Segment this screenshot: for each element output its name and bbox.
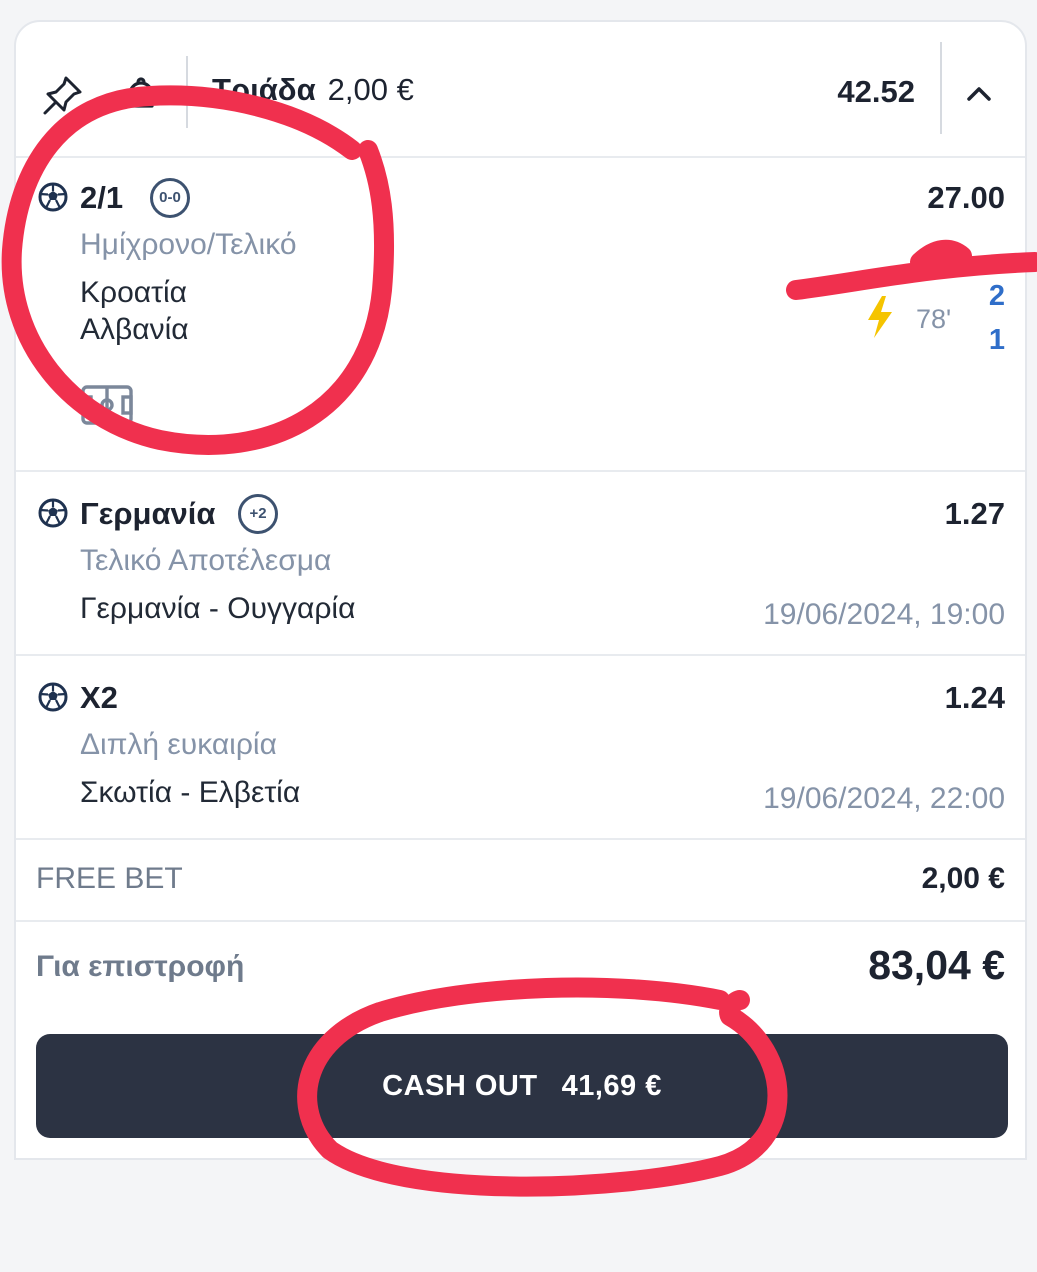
cash-out-button[interactable]: CASH OUT 41,69 € (36, 1034, 1008, 1138)
selection-pick: X2 (80, 680, 118, 715)
cash-out-label: CASH OUT (382, 1069, 538, 1102)
selection-pick: 2/1 (80, 180, 124, 215)
pitch-stats-icon[interactable] (80, 384, 134, 426)
selection-market: Διπλή ευκαιρία (80, 728, 277, 761)
selection-odds: 1.24 (944, 680, 1005, 715)
returns-label: Για επιστροφή (36, 950, 245, 983)
bet-slip-header: Τριάδα 2,00 € 42.52 (16, 22, 1025, 158)
free-bet-value: 2,00 € (921, 862, 1005, 895)
selection-row[interactable]: X2 1.24 Διπλή ευκαιρία Σκωτία - Ελβετία … (16, 654, 1025, 840)
score-badge: 0-0 (150, 178, 190, 218)
match-teams: Σκωτία - Ελβετία (80, 776, 301, 809)
handicap-badge: +2 (238, 494, 278, 534)
away-score: 1 (988, 324, 1005, 356)
selection-market: Τελικό Αποτέλεσμα (80, 544, 332, 577)
pin-icon[interactable] (40, 72, 86, 118)
selection-row[interactable]: Γερμανία +2 1.27 Τελικό Αποτέλεσμα Γερμα… (16, 470, 1025, 656)
match-teams: Γερμανία - Ουγγαρία (80, 592, 356, 625)
header-divider (186, 56, 188, 128)
home-team: Κροατία (80, 276, 187, 309)
selection-market: Ημίχρονο/Τελικό (80, 228, 297, 261)
away-team: Αλβανία (80, 313, 189, 346)
match-teams: Κροατία Αλβανία (80, 274, 189, 348)
live-minute: 78' (916, 304, 952, 334)
free-bet-row: FREE BET 2,00 € (16, 840, 1025, 922)
selection-pick: Γερμανία (80, 496, 216, 531)
bet-slip-card: Τριάδα 2,00 € 42.52 2/1 0-0 27.00 Ημίχρον… (14, 20, 1027, 1160)
football-icon (38, 682, 68, 712)
selection-odds: 1.27 (944, 496, 1005, 531)
lightning-icon (864, 294, 896, 340)
match-datetime: 19/06/2024, 22:00 (763, 782, 1005, 815)
football-icon (38, 498, 68, 528)
home-score: 2 (988, 280, 1005, 312)
stake-value: 2,00 € (327, 72, 414, 107)
returns-value: 83,04 € (868, 942, 1005, 988)
total-odds: 42.52 (837, 74, 915, 109)
header-divider-right (940, 42, 942, 134)
bell-icon[interactable] (118, 72, 164, 118)
selection-odds: 27.00 (927, 180, 1005, 215)
chevron-up-icon[interactable] (961, 76, 997, 112)
football-icon (38, 182, 68, 212)
bet-type-stake: Τριάδα 2,00 € (212, 72, 414, 108)
bet-type-label: Τριάδα (212, 72, 316, 107)
match-datetime: 19/06/2024, 19:00 (763, 598, 1005, 631)
cash-out-amount: 41,69 € (561, 1069, 662, 1102)
free-bet-label: FREE BET (36, 862, 183, 895)
